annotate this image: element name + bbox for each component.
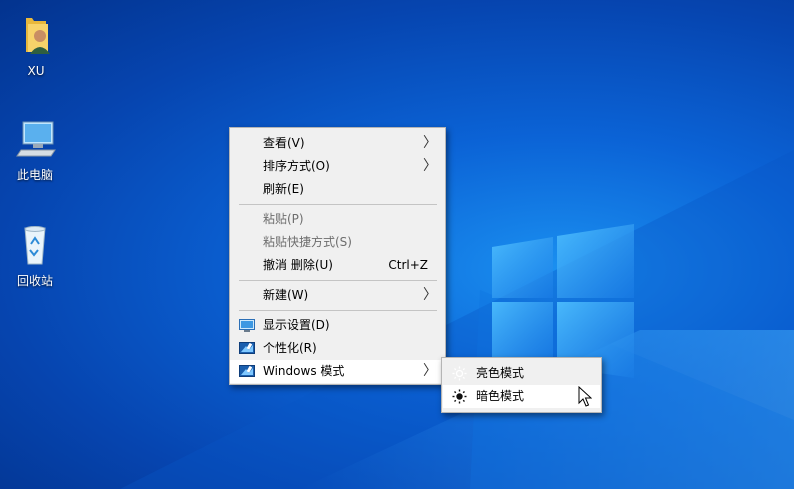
menu-item-personalize[interactable]: 个性化(R) xyxy=(230,337,445,360)
windows-mode-icon xyxy=(239,364,255,378)
submenu-item-light-mode[interactable]: 亮色模式 xyxy=(443,362,600,385)
mouse-cursor-icon xyxy=(578,386,592,407)
menu-item-label: 粘贴快捷方式(S) xyxy=(263,235,352,249)
logo-pane-tl xyxy=(492,237,553,298)
menu-item-paste: 粘贴(P) xyxy=(230,208,445,231)
desktop-icon-label: 回收站 xyxy=(16,274,53,288)
chevron-right-icon: 〉 xyxy=(423,135,437,151)
submenu-item-dark-mode[interactable]: 暗色模式 xyxy=(443,385,600,408)
menu-item-label: 新建(W) xyxy=(263,288,309,302)
menu-item-view[interactable]: 查看(V) 〉 xyxy=(230,132,445,155)
personalize-icon xyxy=(239,341,255,355)
display-settings-icon xyxy=(239,318,255,332)
menu-item-windows-mode[interactable]: Windows 模式 〉 xyxy=(230,360,445,383)
sun-outline-icon xyxy=(452,366,467,381)
menu-item-label: 个性化(R) xyxy=(263,341,317,355)
menu-item-label: 撤消 删除(U) xyxy=(263,258,333,272)
desktop-icon-this-pc[interactable]: 此电脑 xyxy=(0,116,71,182)
desktop-icon-label: 此电脑 xyxy=(16,168,53,182)
computer-icon xyxy=(11,116,59,164)
submenu-item-label: 暗色模式 xyxy=(476,389,525,403)
menu-item-label: 显示设置(D) xyxy=(263,318,330,332)
shortcut-text: Ctrl+Z xyxy=(388,258,428,272)
desktop-icon-user-folder[interactable]: XU xyxy=(0,12,72,78)
menu-item-label: 排序方式(O) xyxy=(263,159,330,173)
desktop-icon-label: XU xyxy=(27,64,45,78)
user-folder-icon xyxy=(12,12,60,60)
menu-separator xyxy=(239,280,437,281)
menu-item-label: Windows 模式 xyxy=(263,364,345,378)
menu-item-new[interactable]: 新建(W) 〉 xyxy=(230,284,445,307)
menu-item-label: 粘贴(P) xyxy=(263,212,304,226)
menu-item-paste-shortcut: 粘贴快捷方式(S) xyxy=(230,231,445,254)
menu-item-display-settings[interactable]: 显示设置(D) xyxy=(230,314,445,337)
desktop-context-menu: 查看(V) 〉 排序方式(O) 〉 刷新(E) 粘贴(P) 粘贴快捷方式(S) … xyxy=(229,127,446,385)
logo-pane-tr xyxy=(557,224,634,298)
chevron-right-icon: 〉 xyxy=(423,287,437,303)
menu-item-undo-delete[interactable]: 撤消 删除(U) Ctrl+Z xyxy=(230,254,445,277)
menu-separator xyxy=(239,204,437,205)
sun-filled-icon xyxy=(452,389,467,404)
desktop-icon-recycle-bin[interactable]: 回收站 xyxy=(0,222,71,288)
submenu-item-label: 亮色模式 xyxy=(476,366,525,380)
chevron-right-icon: 〉 xyxy=(423,158,437,174)
menu-separator xyxy=(239,310,437,311)
recycle-bin-icon xyxy=(11,222,59,270)
menu-item-sort-by[interactable]: 排序方式(O) 〉 xyxy=(230,155,445,178)
menu-item-label: 刷新(E) xyxy=(263,182,304,196)
menu-item-label: 查看(V) xyxy=(263,136,305,150)
chevron-right-icon: 〉 xyxy=(423,363,437,379)
menu-item-refresh[interactable]: 刷新(E) xyxy=(230,178,445,201)
